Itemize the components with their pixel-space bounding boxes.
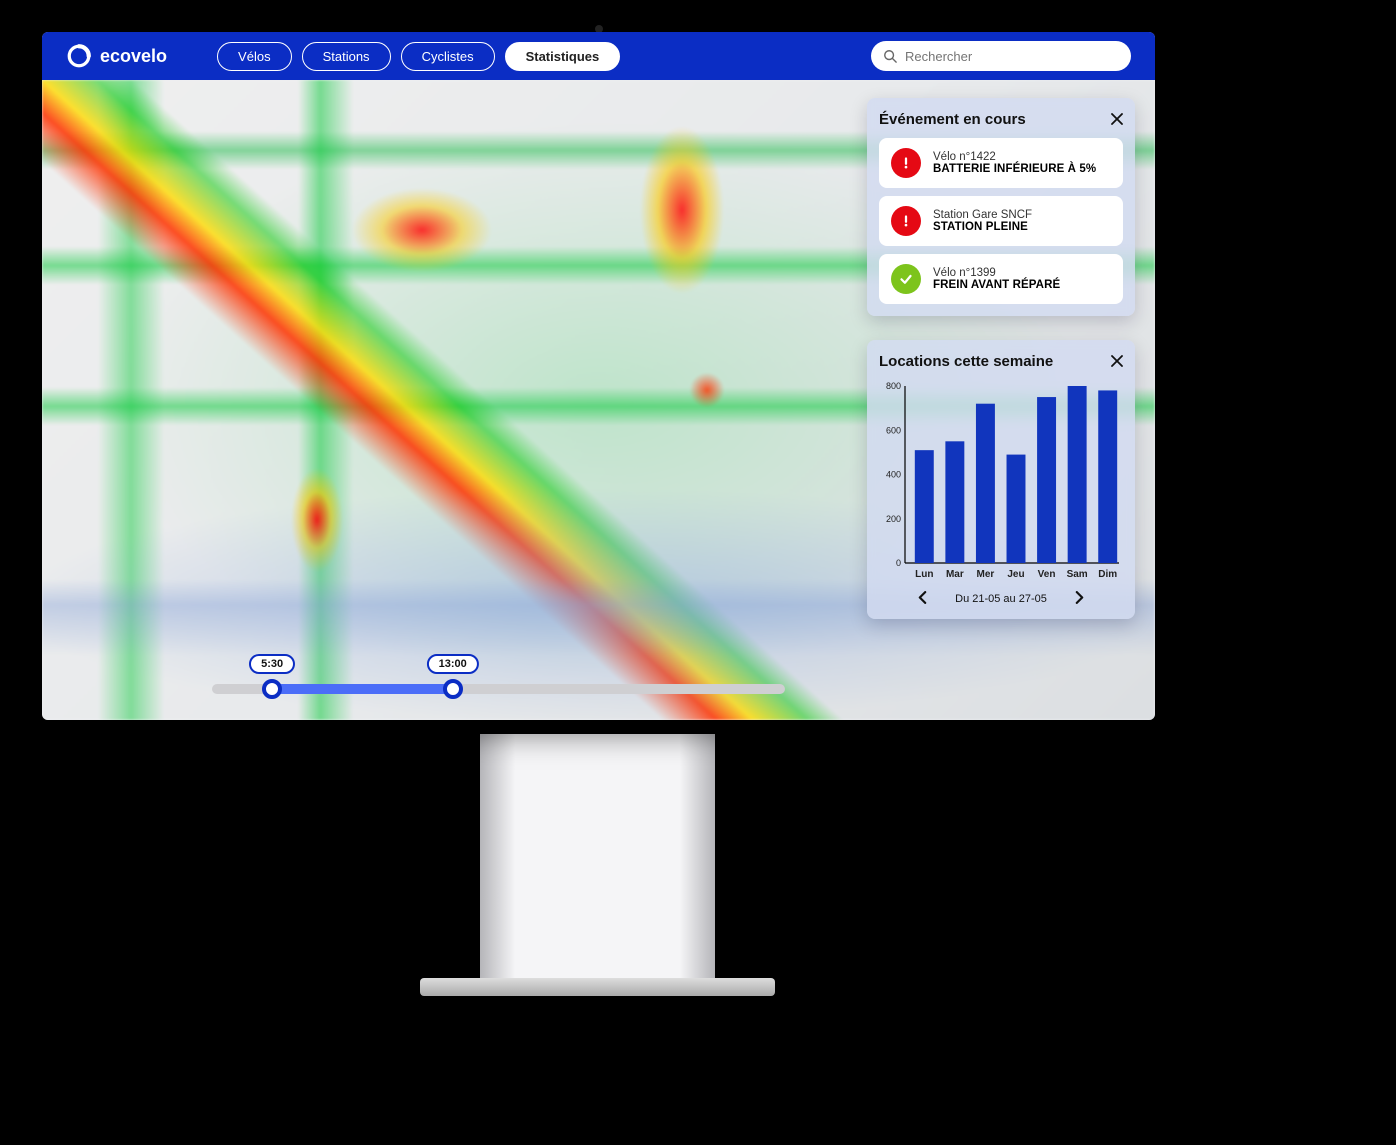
- chart-next-button[interactable]: [1075, 591, 1084, 607]
- slider-fill: [272, 684, 453, 694]
- event-text: Station Gare SNCF STATION PLEINE: [933, 209, 1032, 233]
- chart-bar: [1007, 455, 1026, 563]
- time-range-slider: 5:30 13:00: [212, 684, 785, 694]
- logo-icon: [66, 43, 92, 69]
- svg-text:Dim: Dim: [1098, 569, 1117, 580]
- event-card[interactable]: Vélo n°1422 BATTERIE INFÉRIEURE À 5%: [879, 138, 1123, 188]
- event-line1: Vélo n°1399: [933, 267, 1060, 279]
- tab-statistiques[interactable]: Statistiques: [505, 42, 621, 71]
- search-box[interactable]: [871, 41, 1131, 71]
- logo-text: ecovelo: [100, 46, 167, 67]
- check-icon: [891, 264, 921, 294]
- chart-svg: 0 200 400 600 800 Lun Mar Mer Jeu Ven Sam Dim: [879, 380, 1123, 585]
- events-panel-close[interactable]: [1111, 110, 1123, 128]
- screen: ecovelo Vélos Stations Cyclistes Statist…: [42, 32, 1155, 720]
- svg-text:Lun: Lun: [915, 569, 933, 580]
- monitor-frame: ecovelo Vélos Stations Cyclistes Statist…: [28, 18, 1169, 734]
- svg-text:Ven: Ven: [1038, 569, 1056, 580]
- tab-velos[interactable]: Vélos: [217, 42, 292, 71]
- slider-handle-end[interactable]: [443, 679, 463, 699]
- tab-cyclistes[interactable]: Cyclistes: [401, 42, 495, 71]
- chart-panel-title: Locations cette semaine: [879, 353, 1053, 370]
- tab-stations[interactable]: Stations: [302, 42, 391, 71]
- chart-date-nav: Du 21-05 au 27-05: [879, 591, 1123, 607]
- event-line2: BATTERIE INFÉRIEURE À 5%: [933, 163, 1096, 175]
- svg-text:Mer: Mer: [977, 569, 995, 580]
- event-line2: STATION PLEINE: [933, 221, 1032, 233]
- event-card[interactable]: Station Gare SNCF STATION PLEINE: [879, 196, 1123, 246]
- alert-icon: [891, 148, 921, 178]
- nav-tabs: Vélos Stations Cyclistes Statistiques: [217, 42, 620, 71]
- events-panel-title: Événement en cours: [879, 111, 1026, 128]
- logo[interactable]: ecovelo: [66, 43, 167, 69]
- chart-bar: [1068, 386, 1087, 563]
- search-input[interactable]: [905, 49, 1119, 64]
- event-line2: FREIN AVANT RÉPARÉ: [933, 279, 1060, 291]
- svg-text:Jeu: Jeu: [1007, 569, 1024, 580]
- locations-bar-chart: 0 200 400 600 800 Lun Mar Mer Jeu Ven Sam Dim: [879, 380, 1123, 585]
- slider-track[interactable]: [212, 684, 785, 694]
- chart-prev-button[interactable]: [918, 591, 927, 607]
- chart-date-range: Du 21-05 au 27-05: [955, 593, 1047, 605]
- chart-bar: [1037, 397, 1056, 563]
- chart-bar: [976, 404, 995, 563]
- search-icon: [883, 49, 897, 63]
- event-text: Vélo n°1399 FREIN AVANT RÉPARÉ: [933, 267, 1060, 291]
- chart-panel: Locations cette semaine 0 200 400 600 800 Lun…: [867, 340, 1135, 619]
- events-panel: Événement en cours Vélo n°1422 BATTERIE …: [867, 98, 1135, 316]
- event-line1: Vélo n°1422: [933, 151, 1096, 163]
- chart-panel-close[interactable]: [1111, 352, 1123, 370]
- event-text: Vélo n°1422 BATTERIE INFÉRIEURE À 5%: [933, 151, 1096, 175]
- svg-text:800: 800: [886, 381, 901, 391]
- svg-text:600: 600: [886, 425, 901, 435]
- chart-bar: [945, 441, 964, 563]
- chart-bar: [915, 450, 934, 563]
- chart-bar: [1098, 390, 1117, 563]
- svg-text:0: 0: [896, 558, 901, 568]
- slider-start-label: 5:30: [249, 654, 295, 674]
- svg-text:Mar: Mar: [946, 569, 964, 580]
- event-line1: Station Gare SNCF: [933, 209, 1032, 221]
- svg-text:200: 200: [886, 514, 901, 524]
- slider-end-label: 13:00: [427, 654, 479, 674]
- svg-text:400: 400: [886, 470, 901, 480]
- top-nav-bar: ecovelo Vélos Stations Cyclistes Statist…: [42, 32, 1155, 80]
- svg-text:Sam: Sam: [1067, 569, 1088, 580]
- alert-icon: [891, 206, 921, 236]
- slider-handle-start[interactable]: [262, 679, 282, 699]
- event-card[interactable]: Vélo n°1399 FREIN AVANT RÉPARÉ: [879, 254, 1123, 304]
- monitor-stand: [480, 730, 715, 990]
